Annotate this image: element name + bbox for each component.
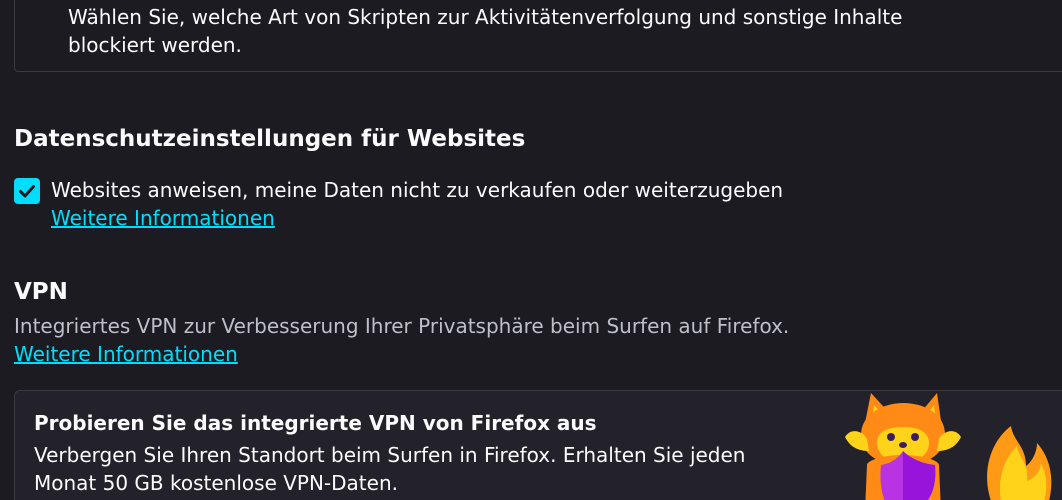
vpn-title: VPN <box>14 279 68 305</box>
tracking-protection-card: Wählen Sie, welche Art von Skripten zur … <box>14 0 1062 72</box>
vpn-promo-text: Verbergen Sie Ihren Standort beim Surfen… <box>34 443 746 495</box>
vpn-description: Integriertes VPN zur Verbesserung Ihrer … <box>14 314 790 338</box>
vpn-promo-title: Probieren Sie das integrierte VPN von Fi… <box>34 411 597 435</box>
do-not-sell-checkbox[interactable] <box>14 178 40 204</box>
do-not-sell-label[interactable]: Websites anweisen, meine Daten nicht zu … <box>51 176 783 204</box>
tracking-description: Wählen Sie, welche Art von Skripten zur … <box>68 5 903 57</box>
fox-vpn-illustration <box>845 393 1052 500</box>
privacy-settings-page: Wählen Sie, welche Art von Skripten zur … <box>0 0 1062 500</box>
vpn-more-info-link[interactable]: Weitere Informationen <box>14 340 238 368</box>
website-privacy-title: Datenschutzeinstellungen für Websites <box>14 126 526 152</box>
website-privacy-more-info-link[interactable]: Weitere Informationen <box>51 204 275 232</box>
vpn-promo-card: Probieren Sie das integrierte VPN von Fi… <box>14 390 1062 500</box>
checkmark-icon <box>19 185 35 198</box>
